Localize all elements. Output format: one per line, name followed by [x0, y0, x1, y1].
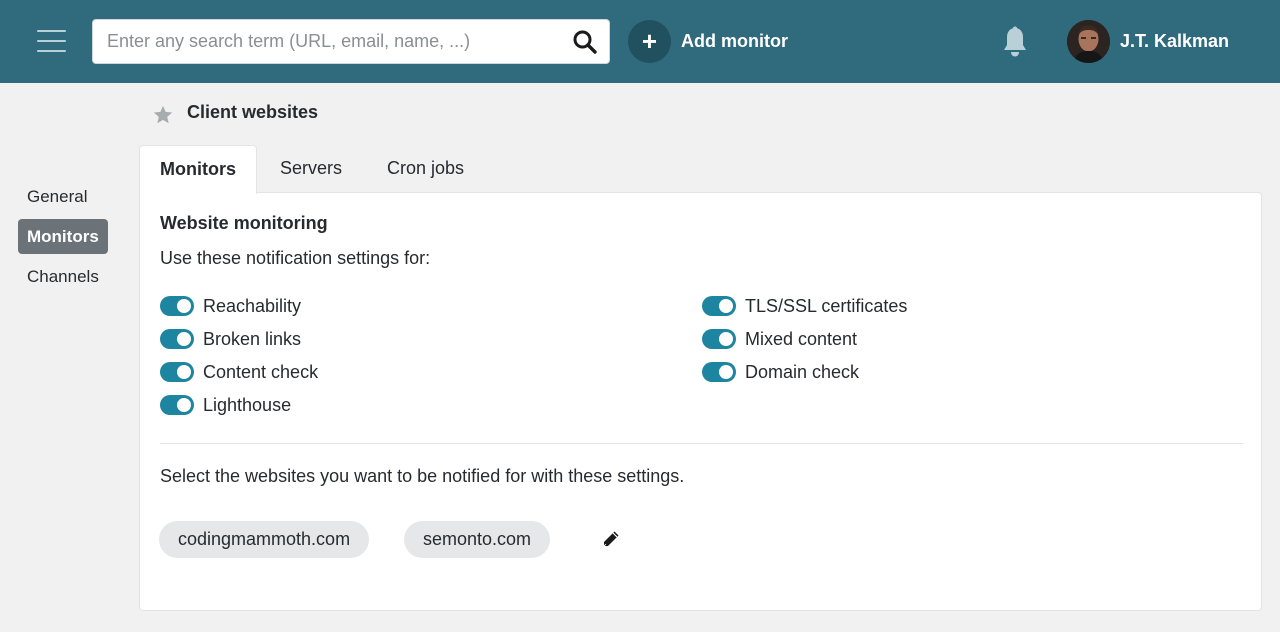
toggle-reachability[interactable]: Reachability — [160, 295, 301, 317]
website-chip[interactable]: codingmammoth.com — [159, 521, 370, 558]
avatar — [1067, 19, 1110, 63]
toggle-label: TLS/SSL certificates — [745, 295, 908, 316]
tab-servers[interactable]: Servers — [260, 145, 362, 193]
user-name: J.T. Kalkman — [1120, 30, 1230, 51]
toggle-mixed-content[interactable]: Mixed content — [702, 328, 857, 350]
sidebar-item-channels[interactable]: Channels — [18, 259, 108, 294]
settings-card: Website monitoring Use these notificatio… — [139, 192, 1262, 611]
toggle-lighthouse[interactable]: Lighthouse — [160, 394, 291, 416]
user-menu[interactable]: J.T. Kalkman — [1067, 19, 1229, 63]
section-title: Website monitoring — [160, 213, 328, 233]
sidebar-item-general[interactable]: General — [18, 179, 96, 214]
tab-monitors[interactable]: Monitors — [139, 145, 257, 194]
toggle-switch[interactable] — [702, 296, 736, 316]
toggle-tls-ssl[interactable]: TLS/SSL certificates — [702, 295, 907, 317]
toggle-switch[interactable] — [160, 395, 194, 415]
hamburger-icon[interactable] — [37, 28, 66, 54]
search-input[interactable] — [107, 20, 567, 63]
toggle-broken-links[interactable]: Broken links — [160, 328, 301, 350]
toggle-label: Broken links — [203, 328, 302, 349]
search-icon[interactable] — [572, 29, 598, 55]
bell-icon[interactable] — [1001, 26, 1029, 58]
toggle-label: Lighthouse — [203, 394, 292, 415]
toggle-switch[interactable] — [160, 362, 194, 382]
page-title: Client websites — [187, 102, 319, 122]
toggle-label: Content check — [203, 361, 319, 382]
website-chip[interactable]: semonto.com — [404, 521, 551, 558]
pencil-icon[interactable] — [601, 529, 621, 549]
toggle-switch[interactable] — [160, 296, 194, 316]
toggle-switch[interactable] — [160, 329, 194, 349]
toggle-switch[interactable] — [702, 362, 736, 382]
divider — [160, 443, 1243, 444]
toggle-label: Domain check — [745, 361, 860, 382]
sidebar-item-monitors[interactable]: Monitors — [18, 219, 108, 254]
select-websites-text: Select the websites you want to be notif… — [160, 466, 685, 486]
top-bar: + Add monitor J.T. Kalkman — [0, 0, 1280, 83]
intro-text: Use these notification settings for: — [160, 248, 431, 268]
toggle-label: Mixed content — [745, 328, 858, 349]
search-box — [92, 19, 610, 64]
plus-icon: + — [628, 19, 671, 63]
tab-cron-jobs[interactable]: Cron jobs — [367, 145, 484, 193]
toggle-switch[interactable] — [702, 329, 736, 349]
toggle-content-check[interactable]: Content check — [160, 361, 318, 383]
add-monitor-label: Add monitor — [681, 30, 788, 51]
toggle-label: Reachability — [203, 295, 302, 316]
toggle-domain-check[interactable]: Domain check — [702, 361, 859, 383]
star-icon[interactable] — [152, 104, 174, 126]
add-monitor-button[interactable]: + Add monitor — [628, 19, 788, 63]
